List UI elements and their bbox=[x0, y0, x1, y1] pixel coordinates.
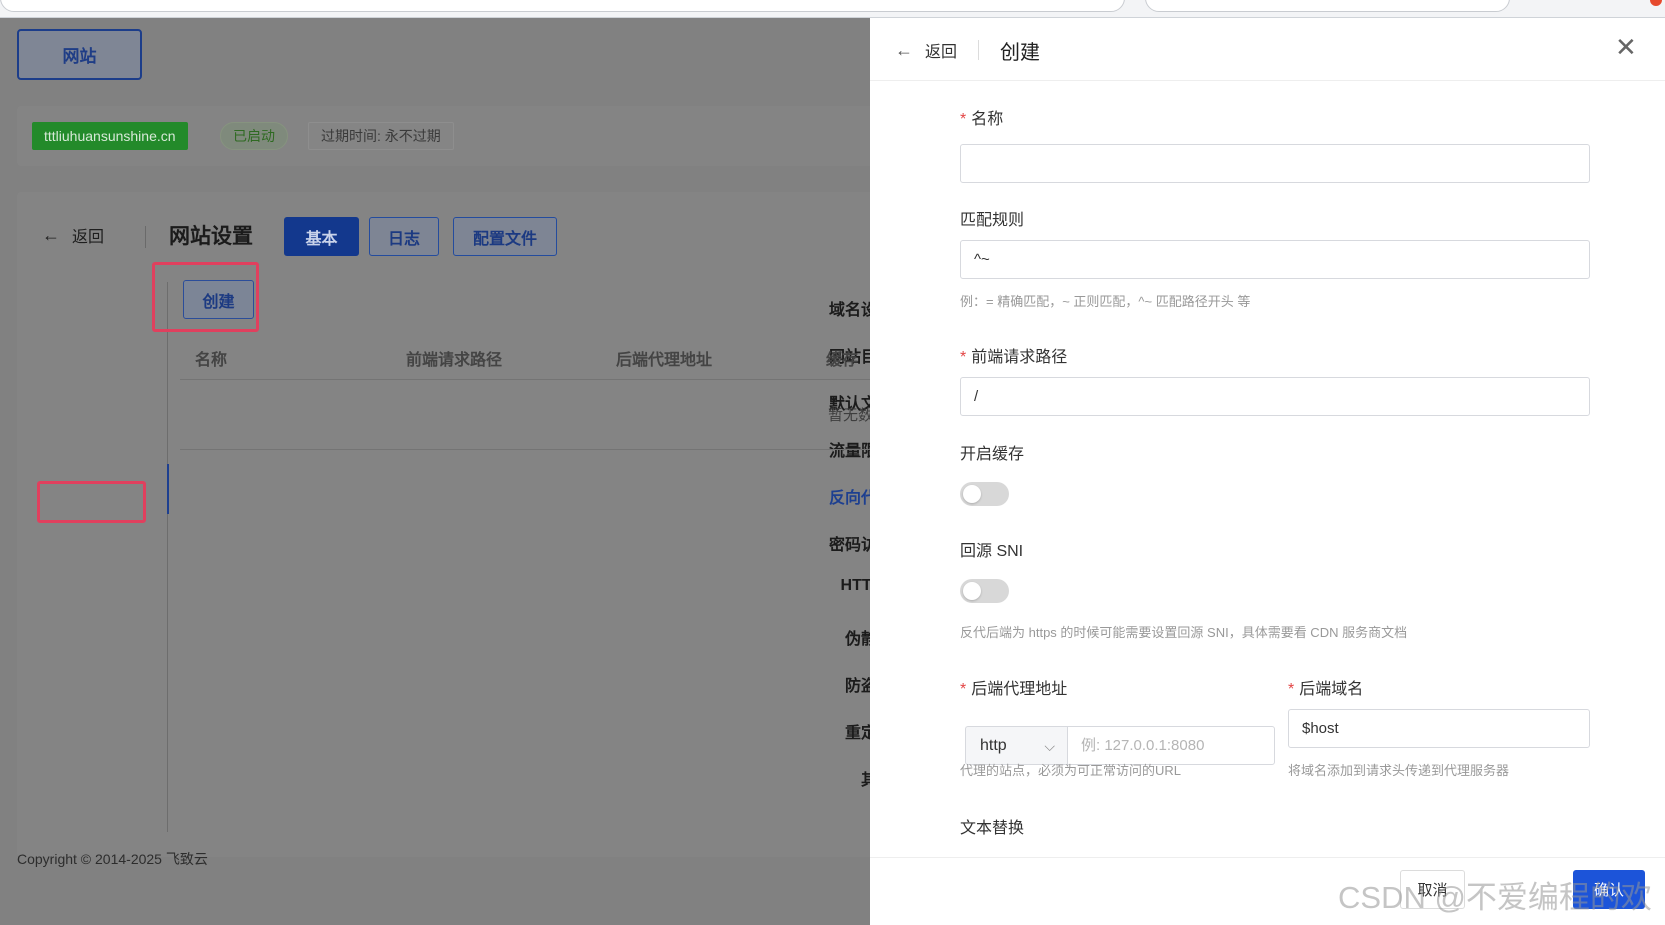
table-header: 名称 前端请求路径 后端代理地址 缓存 bbox=[180, 332, 915, 380]
backend-address-label: * 后端代理地址 bbox=[960, 681, 1068, 698]
column-frontend-path: 前端请求路径 bbox=[406, 352, 503, 369]
drawer-back-link[interactable]: ← 返回 bbox=[895, 38, 957, 62]
notification-icon bbox=[1650, 0, 1662, 6]
cache-label: 开启缓存 bbox=[960, 446, 1025, 463]
column-cache: 缓存 bbox=[826, 352, 859, 369]
tab-config-file[interactable]: 配置文件 bbox=[453, 217, 557, 256]
tab-log[interactable]: 日志 bbox=[369, 217, 439, 256]
arrow-left-icon: ← bbox=[895, 39, 913, 60]
side-nav-active-indicator bbox=[167, 464, 169, 514]
drawer-back-label: 返回 bbox=[925, 44, 958, 61]
backend-address-hint: 代理的站点，必须为可正常访问的URL bbox=[960, 763, 1182, 778]
highlight-box-create bbox=[152, 262, 259, 332]
domain-tag: tttliuhuansunshine.cn bbox=[32, 122, 188, 150]
website-info-card: tttliuhuansunshine.cn 已启动 过期时间: 永不过期 bbox=[17, 106, 915, 166]
cache-toggle[interactable] bbox=[960, 482, 1009, 506]
website-page: 网站 tttliuhuansunshine.cn 已启动 过期时间: 永不过期 … bbox=[0, 18, 915, 925]
drawer-title: 创建 bbox=[1000, 42, 1040, 64]
drawer-header: ← 返回 创建 ✕ bbox=[870, 18, 1665, 81]
side-nav-divider bbox=[167, 282, 168, 832]
sni-hint: 反代后端为 https 的时候可能需要设置回源 SNI，具体需要看 CDN 服务… bbox=[960, 625, 1408, 640]
text-replace-label: 文本替换 bbox=[960, 820, 1025, 837]
footer-copyright: Copyright © 2014-2025 飞致云 bbox=[17, 851, 208, 867]
backend-host-label: * 后端域名 bbox=[1288, 681, 1364, 698]
toggle-knob bbox=[963, 485, 981, 503]
browser-search-bar[interactable] bbox=[1145, 0, 1510, 12]
toggle-knob bbox=[963, 582, 981, 600]
close-icon[interactable]: ✕ bbox=[1615, 34, 1637, 60]
table-empty-row: 暂无数 bbox=[180, 380, 915, 450]
column-backend-address: 后端代理地址 bbox=[616, 352, 713, 369]
match-rule-input[interactable]: ^~ bbox=[960, 240, 1590, 279]
watermark: CSDN @不爱编程的欢 bbox=[1338, 880, 1652, 915]
protocol-value: http bbox=[980, 737, 1007, 754]
address-bar[interactable] bbox=[0, 0, 1125, 12]
sni-label: 回源 SNI bbox=[960, 543, 1024, 560]
browser-toolbar bbox=[0, 0, 1665, 18]
page-title: 网站设置 bbox=[169, 225, 253, 248]
settings-card: ← 返回 网站设置 基本 日志 配置文件 域名设置 网站目录 默认文档 流量限制… bbox=[17, 192, 915, 857]
sni-toggle[interactable] bbox=[960, 579, 1009, 603]
backend-host-hint: 将域名添加到请求头传递到代理服务器 bbox=[1288, 763, 1510, 778]
tab-website[interactable]: 网站 bbox=[17, 29, 142, 80]
column-name: 名称 bbox=[195, 352, 228, 369]
frontend-path-label: * 前端请求路径 bbox=[960, 349, 1068, 366]
empty-text: 暂无数 bbox=[828, 407, 874, 424]
match-rule-hint: 例：= 精确匹配，~ 正则匹配，^~ 匹配路径开头 等 bbox=[960, 294, 1251, 309]
name-input[interactable] bbox=[960, 144, 1590, 183]
arrow-left-icon: ← bbox=[42, 224, 60, 245]
backend-host-input[interactable]: $host bbox=[1288, 709, 1590, 748]
back-link[interactable]: ← 返回 bbox=[42, 223, 104, 247]
expire-tag: 过期时间: 永不过期 bbox=[308, 122, 454, 150]
highlight-box-reverse-proxy bbox=[37, 481, 146, 523]
tab-basic[interactable]: 基本 bbox=[284, 217, 359, 256]
frontend-path-input[interactable]: / bbox=[960, 377, 1590, 416]
name-label: * 名称 bbox=[960, 111, 1004, 128]
back-label: 返回 bbox=[72, 229, 105, 246]
status-badge: 已启动 bbox=[220, 122, 288, 150]
divider bbox=[145, 226, 146, 248]
match-rule-label: 匹配规则 bbox=[960, 212, 1025, 229]
divider bbox=[978, 40, 979, 60]
